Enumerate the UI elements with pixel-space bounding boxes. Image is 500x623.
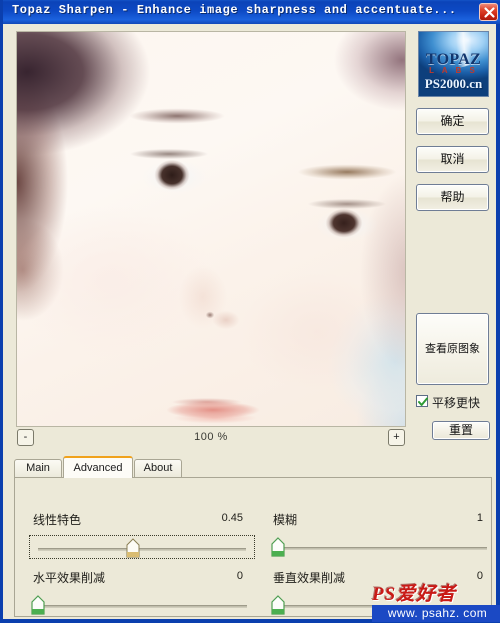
slider-track-area[interactable] [29,593,255,617]
slider-thumb[interactable] [271,595,285,615]
zoom-level-label: 100 % [194,431,228,443]
tab-advanced[interactable]: Advanced [63,456,133,478]
pan-faster-checkbox[interactable]: 平移更快 [416,394,494,410]
topaz-labs-logo: TOPAZ L A B S PS2000.cn [418,31,489,97]
watermark: PS爱好者 www. psahz. com [372,579,500,623]
checkbox-box[interactable] [416,395,428,407]
preview-photo[interactable] [17,32,405,426]
help-button[interactable]: 帮助 [416,184,489,211]
right-sidebar: TOPAZ L A B S PS2000.cn 确定 取消 帮助 查看原图象 平… [411,31,491,611]
slider-track[interactable] [38,548,246,551]
slider-thumb[interactable] [31,595,45,615]
view-original-button[interactable]: 查看原图象 [416,313,489,385]
slider-value: 0.45 [221,512,243,524]
logo-overlay: PS2000.cn [424,76,483,91]
slider-group-linear-feature: 线性特色 0.45 [29,511,255,563]
slider-track[interactable] [37,605,247,608]
watermark-brand: PS爱好者 [372,584,457,605]
close-button[interactable] [479,3,498,21]
application-window: Topaz Sharpen - Enhance image sharpness … [0,0,500,623]
checkbox-label: 平移更快 [432,396,481,410]
slider-label: 水平效果削减 [33,571,106,585]
slider-label: 线性特色 [33,513,82,527]
slider-thumb[interactable] [126,538,140,558]
tab-main[interactable]: Main [14,459,62,477]
slider-group-horizontal-reduction: 水平效果削减 0 [29,569,255,621]
check-icon [418,397,428,406]
watermark-url: www. psahz. com [372,605,500,622]
zoom-bar: - 100 % + [16,428,406,452]
logo-sub: L A B S [429,66,478,75]
tab-about[interactable]: About [134,459,182,477]
title-bar[interactable]: Topaz Sharpen - Enhance image sharpness … [3,0,500,24]
close-icon [484,7,495,18]
window-title: Topaz Sharpen - Enhance image sharpness … [12,3,457,17]
slider-label: 垂直效果削减 [273,571,346,585]
slider-label: 模糊 [273,513,298,527]
slider-value: 0 [236,570,243,582]
slider-thumb[interactable] [271,537,285,557]
cancel-button[interactable]: 取消 [416,146,489,173]
reset-button[interactable]: 重置 [432,421,490,440]
slider-track-area[interactable] [29,535,255,559]
dialog-body: - 100 % + Main Advanced About 线性特色 0.45 [3,24,496,619]
zoom-in-button[interactable]: + [388,429,405,446]
image-preview[interactable] [16,31,406,427]
ok-button[interactable]: 确定 [416,108,489,135]
